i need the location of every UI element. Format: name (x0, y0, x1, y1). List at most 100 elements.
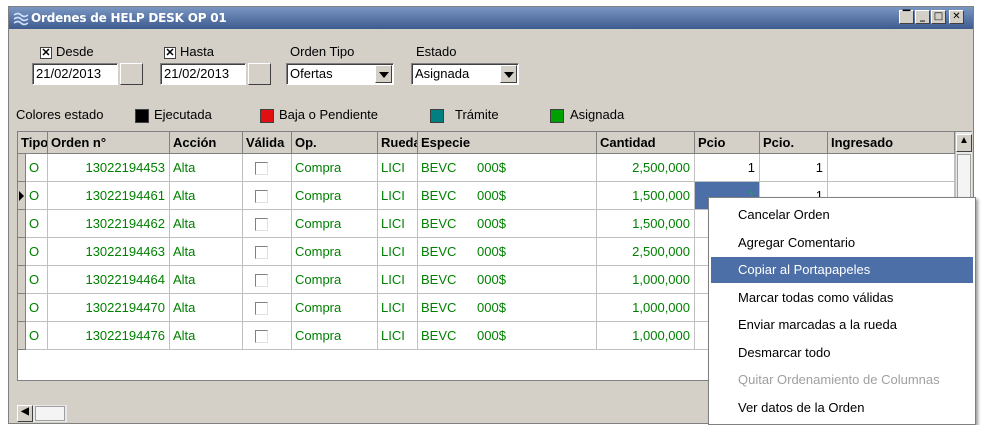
tipo-cell[interactable]: O (26, 294, 48, 322)
valida-checkbox[interactable] (255, 246, 268, 259)
desde-calendar-button[interactable] (120, 63, 143, 85)
row-indicator[interactable] (18, 322, 26, 350)
valida-checkbox[interactable] (255, 274, 268, 287)
tipo-cell[interactable]: O (26, 182, 48, 210)
rueda-cell[interactable]: LICI (378, 266, 418, 294)
accion-cell[interactable]: Alta (170, 238, 243, 266)
orden-cell[interactable]: 13022194453 (48, 154, 170, 182)
tipo-cell[interactable]: O (26, 154, 48, 182)
valida-cell[interactable] (243, 238, 292, 266)
context-menu-item[interactable]: Desmarcar todo (711, 340, 973, 366)
op-cell[interactable]: Compra (292, 210, 378, 238)
especie-cell[interactable]: BEVC 000$ (418, 210, 597, 238)
chevron-down-icon[interactable] (500, 65, 517, 83)
rueda-cell[interactable]: LICI (378, 210, 418, 238)
orden-cell[interactable]: 13022194461 (48, 182, 170, 210)
valida-checkbox[interactable] (255, 162, 268, 175)
row-indicator[interactable] (18, 266, 26, 294)
rueda-cell[interactable]: LICI (378, 182, 418, 210)
especie-cell[interactable]: BEVC 000$ (418, 154, 597, 182)
orden-cell[interactable]: 13022194464 (48, 266, 170, 294)
cantidad-cell[interactable]: 1,500,000 (597, 182, 695, 210)
cantidad-cell[interactable]: 2,500,000 (597, 238, 695, 266)
column-header[interactable]: Rueda (378, 132, 418, 154)
scroll-left-button[interactable]: ◀ (17, 405, 33, 422)
cantidad-cell[interactable]: 2,500,000 (597, 154, 695, 182)
valida-cell[interactable] (243, 322, 292, 350)
table-row[interactable]: O 13022194453 Alta Compra LICI BEVC 000$ 2,500,… (18, 154, 955, 182)
valida-cell[interactable] (243, 210, 292, 238)
column-header[interactable]: Acción (170, 132, 243, 154)
valida-cell[interactable] (243, 154, 292, 182)
row-indicator[interactable] (18, 238, 26, 266)
orden-cell[interactable]: 13022194463 (48, 238, 170, 266)
accion-cell[interactable]: Alta (170, 294, 243, 322)
hasta-date-field[interactable]: 21/02/2013 (160, 63, 246, 85)
column-header[interactable]: Especie (418, 132, 597, 154)
tipo-cell[interactable]: O (26, 266, 48, 294)
context-menu-item[interactable]: Agregar Comentario (711, 230, 973, 256)
row-indicator[interactable] (18, 154, 26, 182)
row-indicator[interactable] (18, 182, 26, 210)
op-cell[interactable]: Compra (292, 154, 378, 182)
valida-checkbox[interactable] (255, 218, 268, 231)
orden-tipo-select[interactable]: Ofertas (286, 63, 394, 85)
valida-cell[interactable] (243, 182, 292, 210)
op-cell[interactable]: Compra (292, 294, 378, 322)
estado-select[interactable]: Asignada (411, 63, 519, 85)
tipo-cell[interactable]: O (26, 322, 48, 350)
cantidad-cell[interactable]: 1,000,000 (597, 294, 695, 322)
scroll-up-button[interactable]: ▲ (956, 134, 972, 152)
orden-cell[interactable]: 13022194462 (48, 210, 170, 238)
cantidad-cell[interactable]: 1,500,000 (597, 210, 695, 238)
column-header[interactable]: Válida (243, 132, 292, 154)
column-header[interactable]: Pcio. (760, 132, 828, 154)
column-header[interactable]: Cantidad (597, 132, 695, 154)
column-header[interactable]: Tipo (18, 132, 48, 154)
pcio2-cell[interactable]: 1 (760, 154, 828, 182)
context-menu-item[interactable]: Marcar todas como válidas (711, 285, 973, 311)
op-cell[interactable]: Compra (292, 238, 378, 266)
tipo-cell[interactable]: O (26, 238, 48, 266)
minimize-button[interactable]: _ (915, 10, 930, 24)
column-header[interactable]: Ingresado (828, 132, 955, 154)
cantidad-cell[interactable]: 1,000,000 (597, 266, 695, 294)
rueda-cell[interactable]: LICI (378, 322, 418, 350)
especie-cell[interactable]: BEVC 000$ (418, 182, 597, 210)
h-scroll-thumb[interactable] (35, 406, 65, 421)
desde-checkbox[interactable]: ✕ (40, 47, 52, 59)
pcio-cell[interactable]: 1 (695, 154, 760, 182)
valida-cell[interactable] (243, 294, 292, 322)
accion-cell[interactable]: Alta (170, 182, 243, 210)
especie-cell[interactable]: BEVC 000$ (418, 294, 597, 322)
context-menu-item[interactable]: Cancelar Orden (711, 202, 973, 228)
title-bar[interactable]: Ordenes de HELP DESK OP 01 ▔ _ □ ✕ (9, 7, 973, 29)
maximize-button[interactable]: □ (931, 10, 946, 24)
orden-cell[interactable]: 13022194476 (48, 322, 170, 350)
op-cell[interactable]: Compra (292, 266, 378, 294)
chevron-down-icon[interactable] (375, 65, 392, 83)
especie-cell[interactable]: BEVC 000$ (418, 322, 597, 350)
column-header[interactable]: Pcio (695, 132, 760, 154)
restore-button[interactable]: ▔ (899, 10, 914, 24)
row-indicator[interactable] (18, 294, 26, 322)
hasta-checkbox[interactable]: ✕ (164, 47, 176, 59)
row-indicator[interactable] (18, 210, 26, 238)
hasta-calendar-button[interactable] (248, 63, 271, 85)
desde-date-field[interactable]: 21/02/2013 (32, 63, 118, 85)
close-button[interactable]: ✕ (949, 10, 964, 24)
tipo-cell[interactable]: O (26, 210, 48, 238)
context-menu-item[interactable]: Copiar al Portapapeles (711, 257, 973, 283)
column-header[interactable]: Orden n° (48, 132, 170, 154)
especie-cell[interactable]: BEVC 000$ (418, 238, 597, 266)
valida-checkbox[interactable] (255, 302, 268, 315)
accion-cell[interactable]: Alta (170, 210, 243, 238)
op-cell[interactable]: Compra (292, 182, 378, 210)
accion-cell[interactable]: Alta (170, 266, 243, 294)
cantidad-cell[interactable]: 1,000,000 (597, 322, 695, 350)
accion-cell[interactable]: Alta (170, 322, 243, 350)
rueda-cell[interactable]: LICI (378, 294, 418, 322)
context-menu-item[interactable]: Enviar marcadas a la rueda (711, 312, 973, 338)
horizontal-scrollbar[interactable]: ◀ (17, 405, 67, 422)
valida-cell[interactable] (243, 266, 292, 294)
